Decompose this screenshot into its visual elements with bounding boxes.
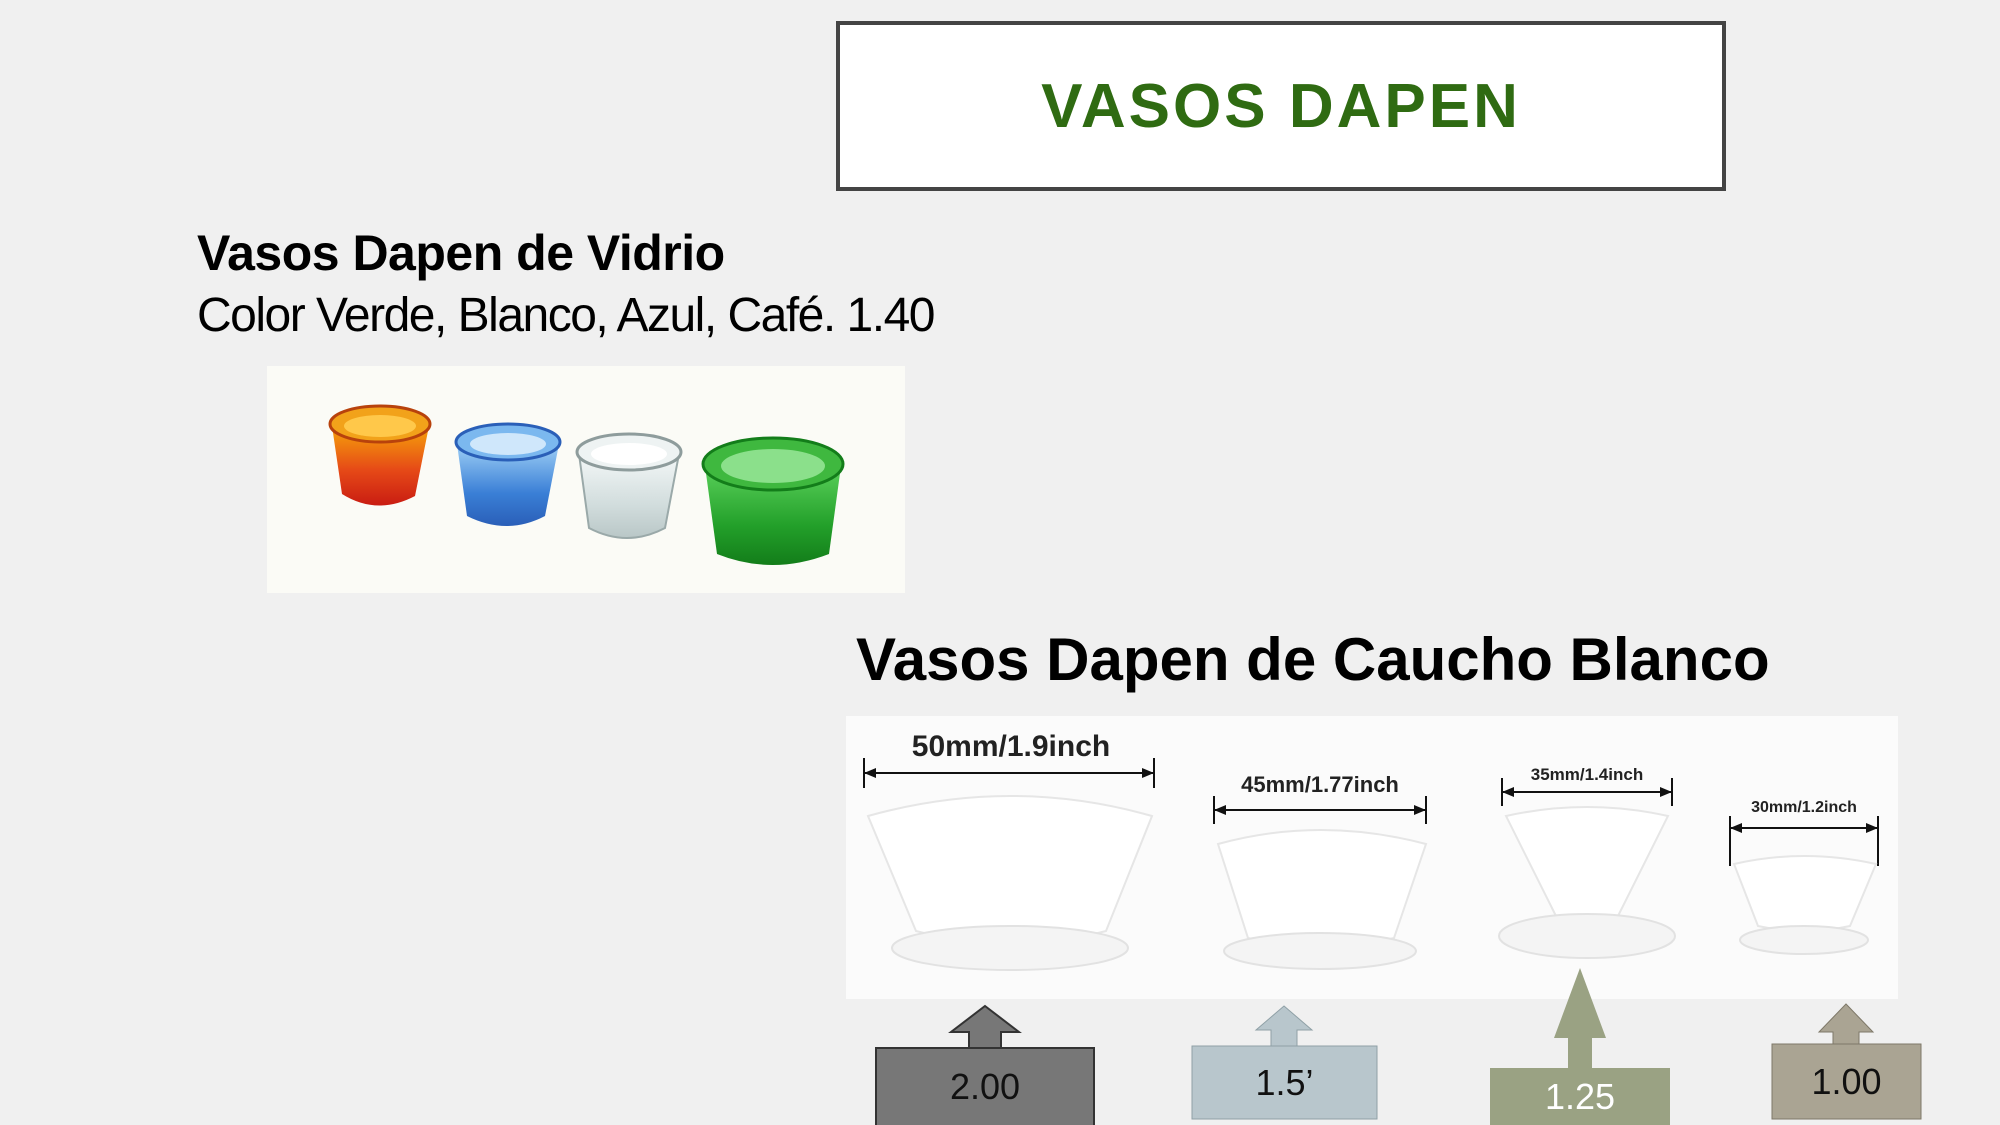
blue-glass-cup: [454, 422, 562, 526]
dimension-label: 45mm/1.77inch: [1241, 772, 1399, 797]
dimension-label: 35mm/1.4inch: [1531, 765, 1643, 784]
orange-glass-cup: [328, 404, 432, 506]
rubber-cup-50mm: 50mm/1.9inch: [863, 730, 1155, 971]
rubber-cup-35mm: 35mm/1.4inch: [1498, 765, 1676, 959]
glass-heading: Vasos Dapen de Vidrio: [197, 225, 725, 281]
price-label: 2.00: [949, 1065, 1021, 1107]
price-callout-50mm: 2.00: [875, 1004, 1095, 1125]
rubber-cups-image: 50mm/1.9inch 45mm/1.77inch 35mm/1.4inch: [846, 716, 1898, 999]
glass-description: Color Verde, Blanco, Azul, Café. 1.40: [197, 289, 935, 342]
clear-glass-cup: [575, 432, 683, 539]
price-callout-30mm: 1.00: [1771, 1002, 1922, 1120]
title-box: VASOS DAPEN: [836, 21, 1726, 191]
price-callout-45mm: 1.5’: [1191, 1004, 1378, 1120]
green-glass-cup: [701, 436, 845, 565]
price-label: 1.00: [1811, 1061, 1882, 1102]
dimension-label: 50mm/1.9inch: [912, 730, 1110, 763]
rubber-cup-30mm: 30mm/1.2inch: [1729, 799, 1879, 955]
page-title: VASOS DAPEN: [1041, 71, 1521, 141]
price-label: 1.25: [1544, 1075, 1616, 1117]
price-label: 1.5’: [1255, 1062, 1314, 1103]
dimension-label: 30mm/1.2inch: [1751, 799, 1857, 816]
rubber-heading: Vasos Dapen de Caucho Blanco: [856, 626, 1770, 693]
glass-cups-image: [267, 366, 905, 593]
rubber-cup-45mm: 45mm/1.77inch: [1213, 772, 1428, 970]
price-callout-35mm: 1.25: [1490, 968, 1670, 1125]
